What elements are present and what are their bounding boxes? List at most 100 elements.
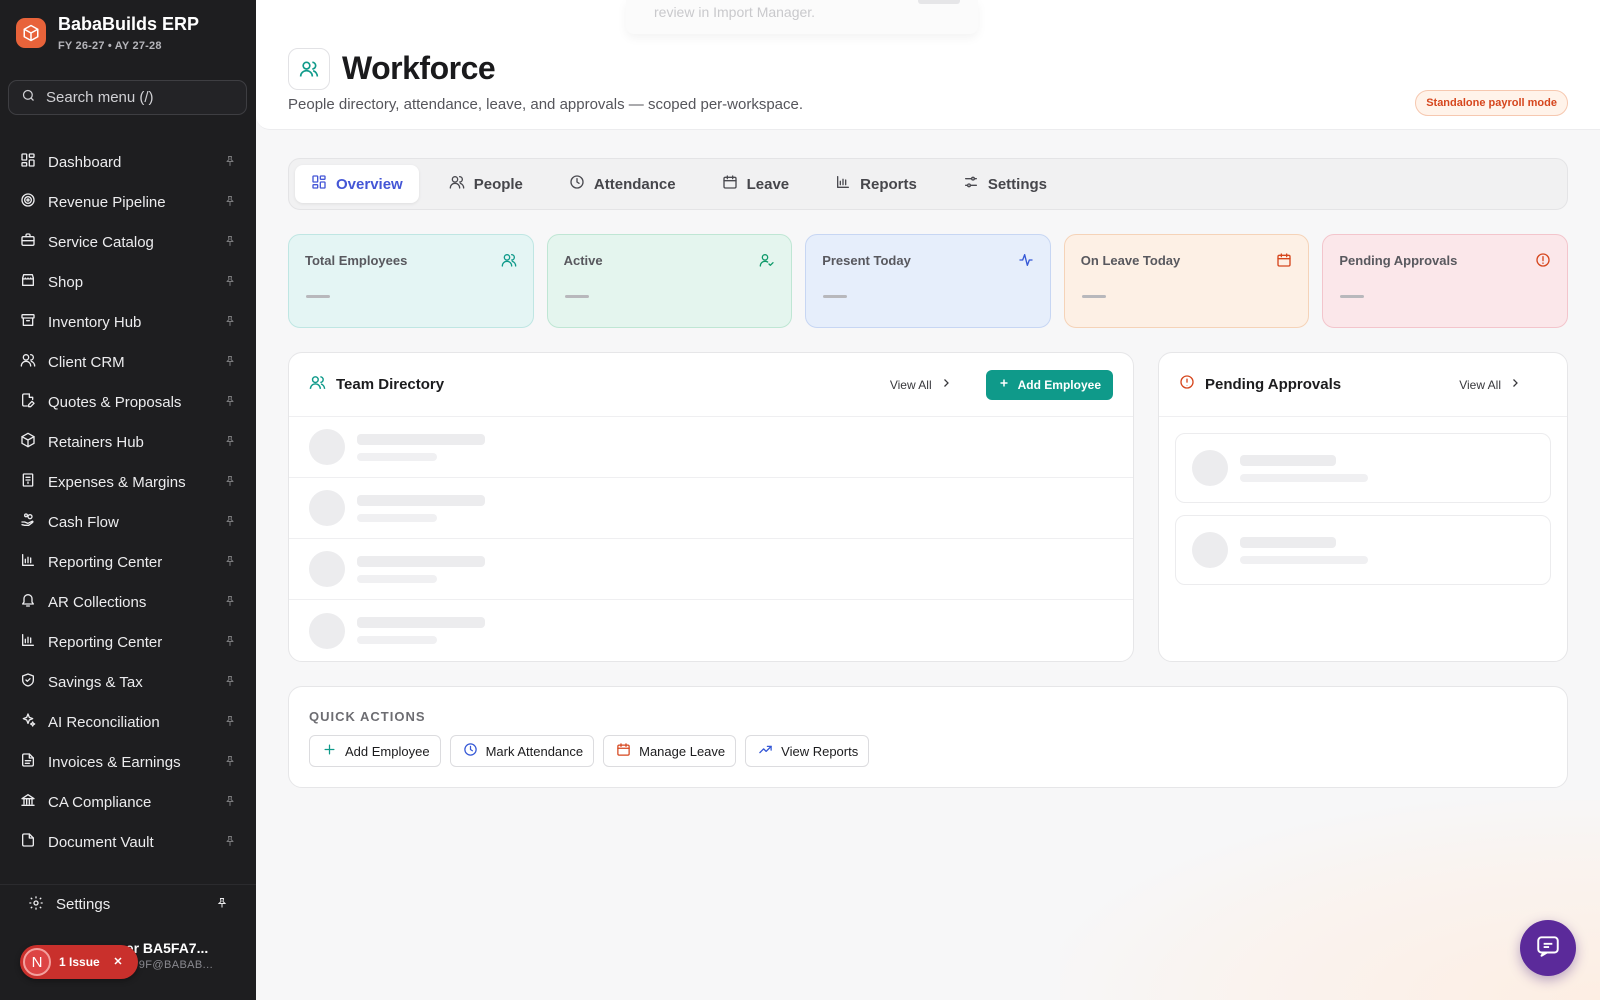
alert-circle-icon [1179,374,1195,395]
close-icon[interactable] [112,955,124,970]
manage-leave-button[interactable]: Manage Leave [603,735,737,767]
sidebar-item-settings[interactable]: Settings [0,884,256,924]
tab-overview[interactable]: Overview [295,165,419,203]
add-employee-button[interactable]: Add Employee [309,735,441,767]
stat-value-placeholder [823,295,848,298]
clock-icon [569,174,585,194]
bar-chart-icon [20,632,36,652]
stat-label: On Leave Today [1080,253,1181,268]
target-icon [20,192,36,212]
tab-settings[interactable]: Settings [947,165,1063,203]
page-description: People directory, attendance, leave, and… [288,96,804,113]
pending-approvals-card: Pending Approvals View All [1158,352,1568,662]
users-icon [449,174,465,194]
users-icon [288,48,330,90]
list-item [1175,433,1551,503]
pin-icon[interactable] [224,714,236,731]
sidebar-item-ca-compliance[interactable]: CA Compliance [0,782,256,822]
plus-icon [322,742,337,760]
chat-button[interactable] [1520,920,1576,976]
stat-value-placeholder [1340,295,1365,298]
pin-icon[interactable] [224,234,236,251]
sidebar-item-cash-flow[interactable]: Cash Flow [0,502,256,542]
chevron-right-icon [940,377,952,392]
pin-icon[interactable] [224,594,236,611]
pin-icon[interactable] [224,554,236,571]
quick-action-label: Mark Attendance [485,743,584,759]
box-icon [20,432,36,452]
calendar-icon [722,174,738,194]
skeleton-avatar [1192,450,1228,486]
card-header: Pending Approvals View All [1159,353,1567,417]
sparkles-icon [20,712,36,732]
stat-card-pending-approvals: Pending Approvals [1322,234,1568,328]
sidebar-item-client-crm[interactable]: Client CRM [0,342,256,382]
page-header: review in Import Manager. Workforce Peop… [256,0,1600,130]
pin-icon[interactable] [216,896,228,913]
view-all-link[interactable]: View All [880,370,962,400]
search-input[interactable] [46,89,226,106]
pin-icon[interactable] [224,474,236,491]
sidebar-item-retainers-hub[interactable]: Retainers Hub [0,422,256,462]
users-icon [20,352,36,372]
file-edit-icon [20,392,36,412]
sidebar-item-reporting-center[interactable]: Reporting Center [0,542,256,582]
bar-chart-icon [20,552,36,572]
skeleton-avatar [1192,532,1228,568]
tab-people[interactable]: People [433,165,539,203]
search-box[interactable] [8,80,247,115]
pin-icon[interactable] [224,754,236,771]
pin-icon[interactable] [224,154,236,171]
pin-icon[interactable] [224,834,236,851]
sidebar-item-ai-reconciliation[interactable]: AI Reconciliation [0,702,256,742]
table-row [289,417,1133,478]
sidebar-item-quotes-proposals[interactable]: Quotes & Proposals [0,382,256,422]
sidebar-item-reporting-center[interactable]: Reporting Center [0,622,256,662]
table-row [289,478,1133,539]
sidebar-item-invoices-earnings[interactable]: Invoices & Earnings [0,742,256,782]
trending-up-icon [758,742,773,760]
sidebar-item-expenses-margins[interactable]: Expenses & Margins [0,462,256,502]
pin-icon[interactable] [224,314,236,331]
stat-label: Pending Approvals [1339,253,1458,268]
tab-reports[interactable]: Reports [819,165,933,203]
sidebar-item-savings-tax[interactable]: Savings & Tax [0,662,256,702]
stat-value-placeholder [564,295,589,298]
mark-attendance-button[interactable]: Mark Attendance [449,735,595,767]
tab-attendance[interactable]: Attendance [553,165,692,203]
pin-icon[interactable] [224,354,236,371]
sidebar-item-ar-collections[interactable]: AR Collections [0,582,256,622]
view-reports-button[interactable]: View Reports [745,735,870,767]
sidebar-item-dashboard[interactable]: Dashboard [0,142,256,182]
brand[interactable]: BabaBuilds ERP FY 26-27 • AY 27-28 [16,14,199,52]
issue-indicator[interactable]: N 1 Issue [20,945,138,979]
pin-icon[interactable] [224,274,236,291]
quick-action-label: View Reports [781,743,859,759]
tab-leave[interactable]: Leave [706,165,806,203]
cube-icon [16,18,46,48]
calendar-icon [616,742,631,760]
tab-bar: Overview People Attendance Leave Reports Sett… [288,158,1568,210]
pin-icon[interactable] [224,434,236,451]
pin-icon[interactable] [224,394,236,411]
add-employee-button[interactable]: Add Employee [985,369,1113,400]
bell-icon [20,592,36,612]
sidebar-item-shop[interactable]: Shop [0,262,256,302]
gear-icon [28,895,44,915]
pin-icon[interactable] [224,194,236,211]
sidebar-item-service-catalog[interactable]: Service Catalog [0,222,256,262]
main-content: review in Import Manager. Workforce Peop… [256,0,1600,1000]
sidebar-item-document-vault[interactable]: Document Vault [0,822,256,862]
users-icon [309,374,326,396]
pin-icon[interactable] [224,674,236,691]
pin-icon[interactable] [224,514,236,531]
pin-icon[interactable] [224,794,236,811]
sidebar-item-inventory-hub[interactable]: Inventory Hub [0,302,256,342]
sidebar-item-revenue-pipeline[interactable]: Revenue Pipeline [0,182,256,222]
view-all-link[interactable]: View All [1449,370,1531,400]
table-row [289,600,1133,661]
pin-icon[interactable] [224,634,236,651]
toast-text: review in Import Manager. [654,4,816,20]
toast-chip [918,0,960,4]
tab-label: Overview [336,175,403,193]
